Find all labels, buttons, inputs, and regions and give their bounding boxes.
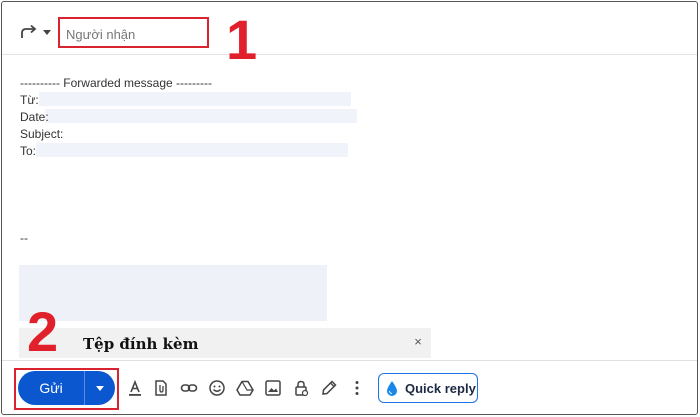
attach-file-icon[interactable]: [150, 377, 172, 399]
schedule-send-chevron-icon[interactable]: [85, 371, 115, 405]
to-label: To:: [20, 144, 37, 158]
step-number-2: 2: [27, 300, 59, 363]
close-icon[interactable]: ×: [411, 335, 425, 349]
subject-label: Subject:: [20, 127, 64, 141]
attachment-chip[interactable]: Tệp đính kèm ×: [19, 328, 431, 358]
redacted-date: [45, 109, 357, 123]
signature-separator: --: [20, 231, 28, 245]
send-label: Gửi: [39, 380, 63, 396]
more-options-icon[interactable]: [346, 377, 368, 399]
quick-reply-label: Quick reply: [405, 380, 476, 396]
from-label: Từ:: [20, 93, 39, 107]
recipient-input[interactable]: [66, 25, 204, 43]
attachment-label: Tệp đính kèm: [83, 335, 199, 353]
signature-block: [19, 265, 327, 321]
chevron-down-icon[interactable]: [43, 30, 51, 35]
water-drop-icon: [379, 374, 405, 402]
forwarded-header: ---------- Forwarded message ---------: [20, 76, 212, 90]
quick-reply-button[interactable]: Quick reply: [378, 373, 478, 403]
forward-arrow-icon[interactable]: [20, 24, 38, 40]
compose-toolbar: Gửi Quick reply: [2, 360, 697, 415]
recipient-field[interactable]: [58, 17, 209, 48]
redacted-from: [39, 92, 351, 106]
send-button[interactable]: Gửi: [18, 371, 115, 405]
emoji-icon[interactable]: [206, 377, 228, 399]
drive-icon[interactable]: [234, 377, 256, 399]
insert-link-icon[interactable]: [178, 377, 200, 399]
signature-pen-icon[interactable]: [318, 377, 340, 399]
redacted-to: [36, 143, 348, 157]
step-number-1: 1: [226, 8, 258, 71]
insert-photo-icon[interactable]: [262, 377, 284, 399]
text-format-icon[interactable]: [124, 377, 146, 399]
compose-header: [2, 2, 697, 55]
date-label: Date:: [20, 110, 49, 124]
confidential-mode-icon[interactable]: [290, 377, 312, 399]
